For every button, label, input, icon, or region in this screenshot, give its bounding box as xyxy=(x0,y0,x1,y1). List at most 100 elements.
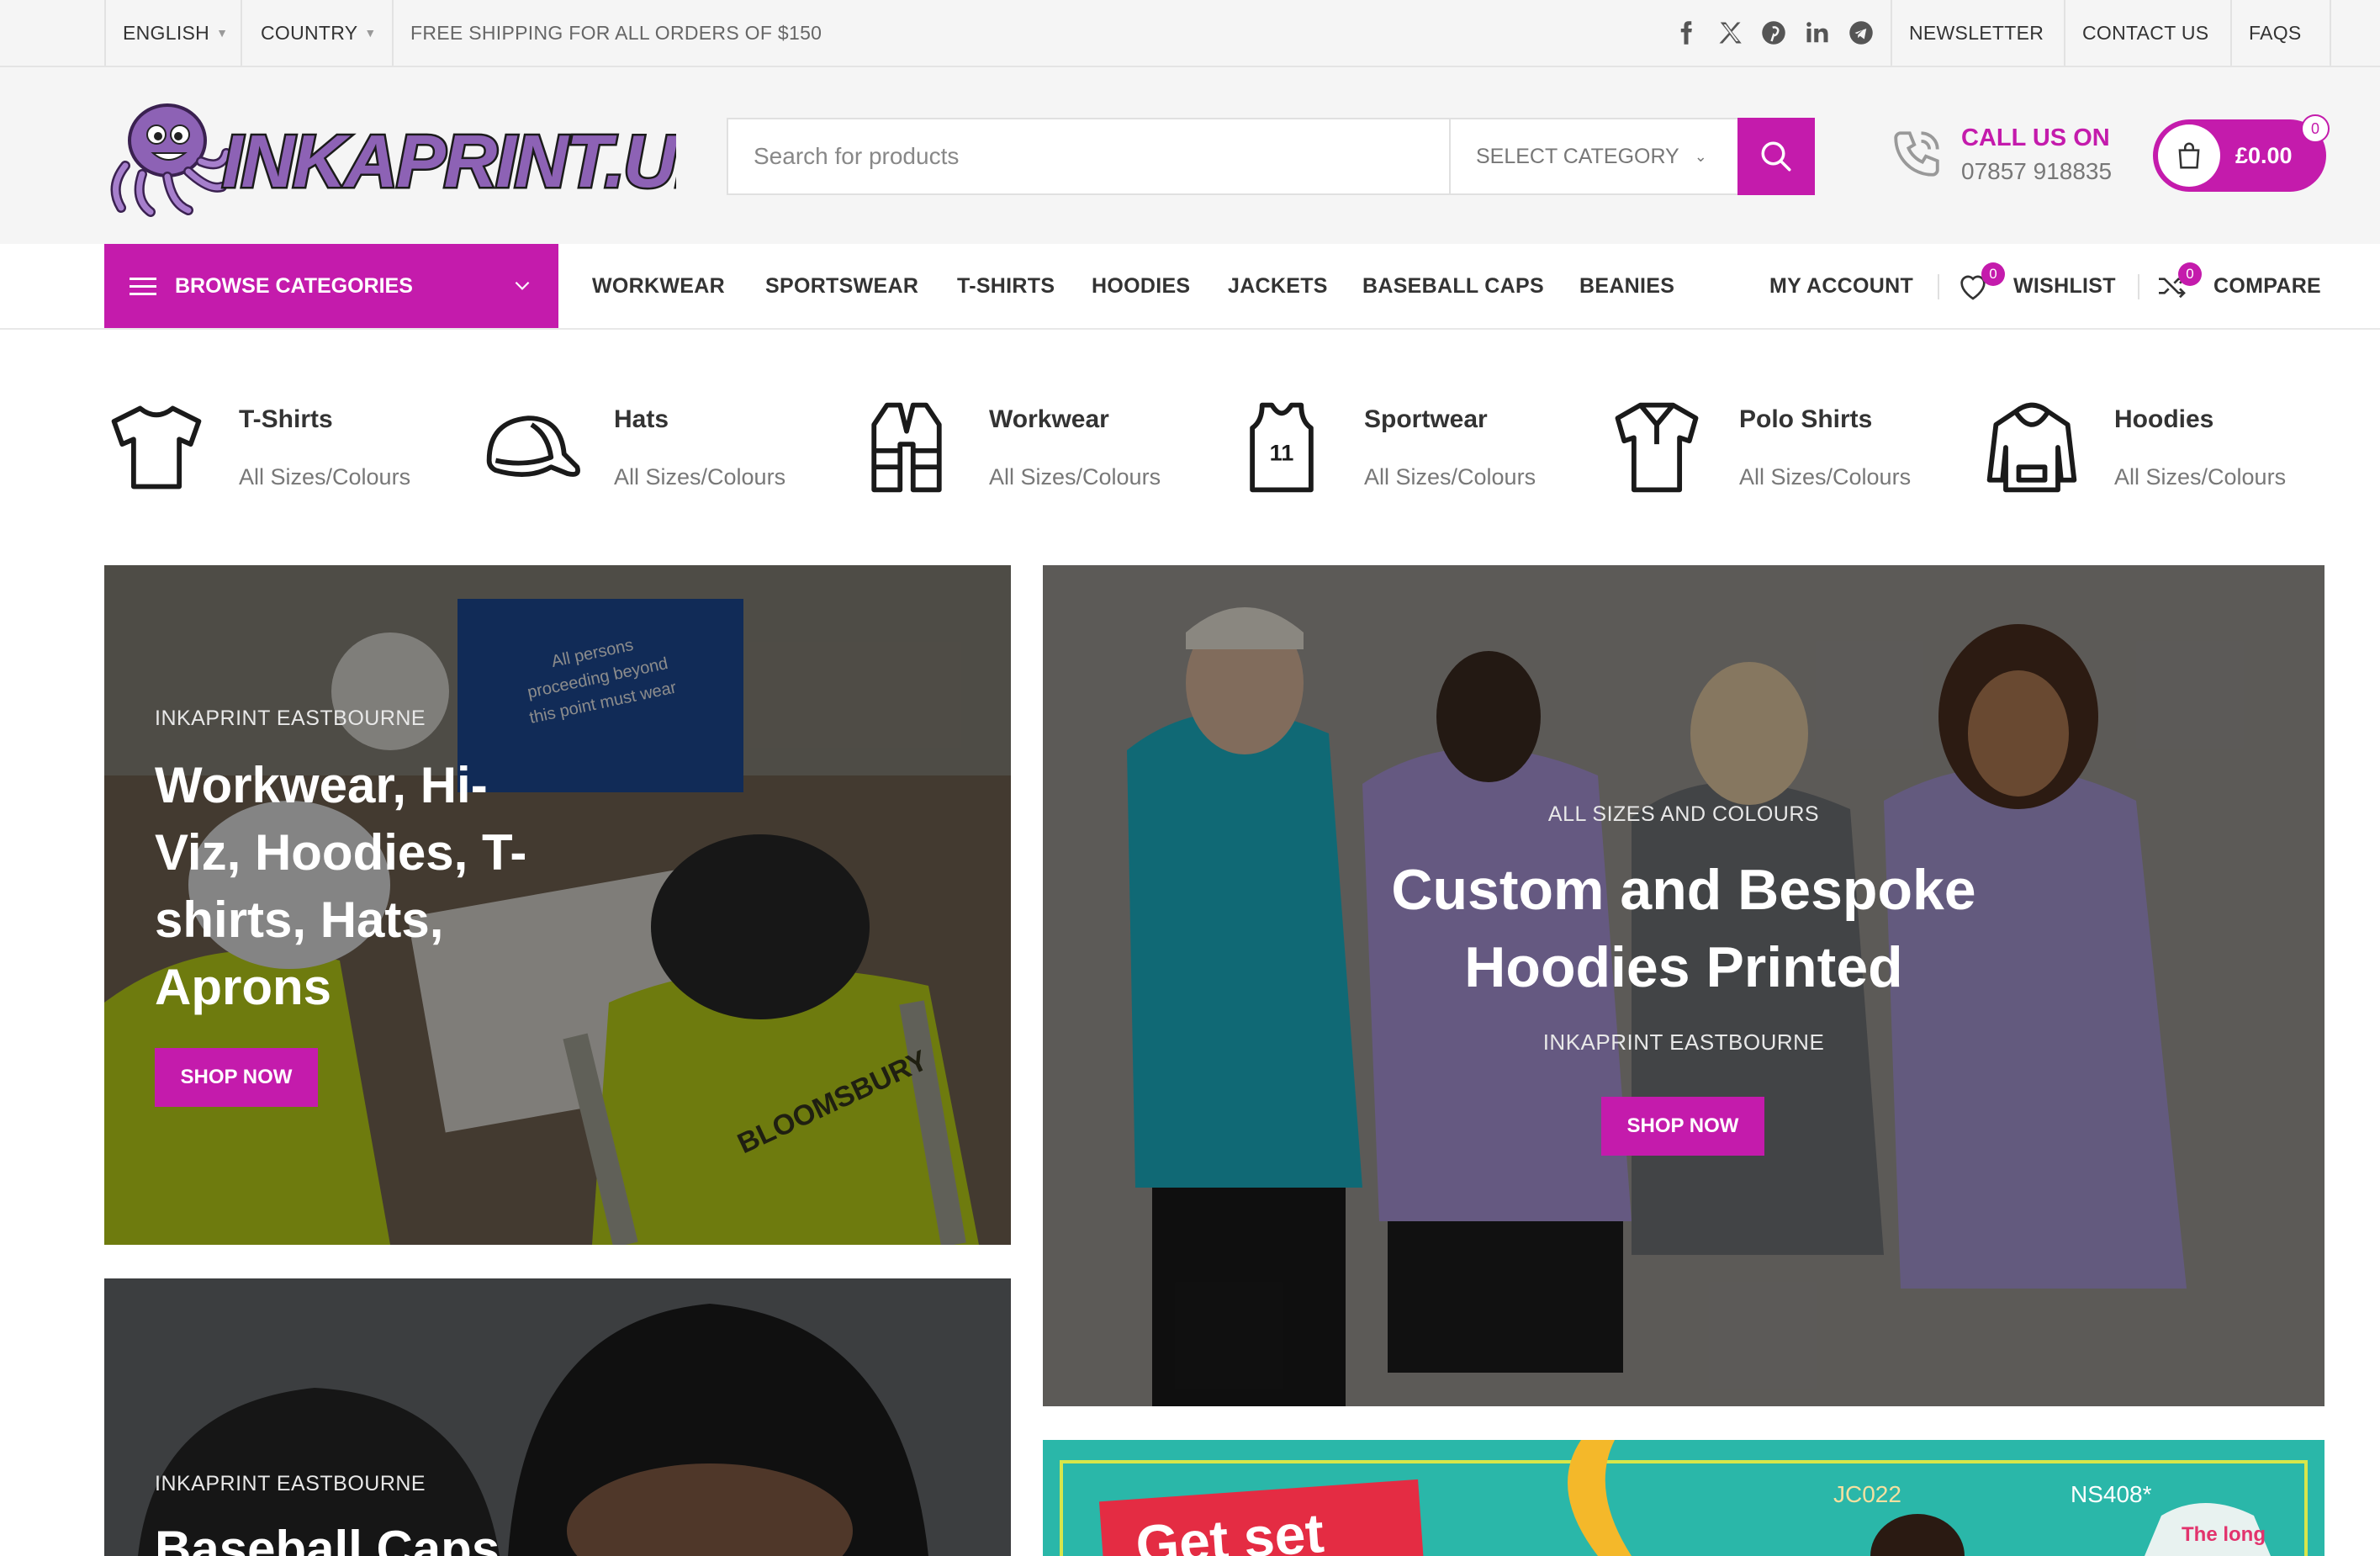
menu-icon xyxy=(130,273,156,300)
country-selector[interactable]: COUNTRY ▼ xyxy=(261,0,377,66)
category-subtitle: All Sizes/Colours xyxy=(614,464,786,490)
category-title: Workwear xyxy=(989,405,1109,433)
category-subtitle: All Sizes/Colours xyxy=(1364,464,1536,490)
banner-title-line: Aprons xyxy=(155,959,331,1015)
site-logo[interactable]: INKAPRINT.UK xyxy=(104,94,676,219)
compare-link[interactable]: COMPARE xyxy=(2213,244,2321,328)
social-links xyxy=(1674,0,1874,66)
nav-sportswear[interactable]: SPORTSWEAR xyxy=(765,244,918,328)
category-workwear[interactable]: Workwear All Sizes/Colours xyxy=(854,395,1208,505)
divider xyxy=(1938,274,1939,299)
contact-us-link[interactable]: CONTACT US xyxy=(2082,0,2208,66)
search-button[interactable] xyxy=(1737,118,1815,195)
banner-caps[interactable]: INKAPRINT EASTBOURNE Baseball Caps xyxy=(104,1278,1011,1556)
call-us-title: CALL US ON xyxy=(1961,124,2110,151)
banner-title: Workwear, Hi- Viz, Hoodies, T- shirts, H… xyxy=(155,752,526,1021)
tshirt-icon xyxy=(111,405,202,490)
divider xyxy=(2138,274,2139,299)
nav-beanies[interactable]: BEANIES xyxy=(1579,244,1674,328)
banner-title: Custom and Bespoke Hoodies Printed xyxy=(1043,851,2324,1006)
nav-jackets[interactable]: JACKETS xyxy=(1228,244,1328,328)
site-header: INKAPRINT.UK SELECT CATEGORY ⌄ CALL US ON… xyxy=(0,67,2380,244)
shipping-notice: FREE SHIPPING FOR ALL ORDERS OF $150 xyxy=(410,21,822,44)
category-subtitle: All Sizes/Colours xyxy=(1739,464,1912,490)
jersey-icon: 11 xyxy=(1250,402,1314,493)
divider xyxy=(241,0,242,66)
search-icon xyxy=(1761,141,1791,172)
my-account-link[interactable]: MY ACCOUNT xyxy=(1769,244,1913,328)
promo-graphic: Get set JC022 NS408* The long xyxy=(1043,1440,2324,1556)
divider xyxy=(2230,0,2232,66)
shop-now-button[interactable]: SHOP NOW xyxy=(155,1048,318,1107)
search-input[interactable] xyxy=(728,119,1449,193)
category-select[interactable]: SELECT CATEGORY ⌄ xyxy=(1449,119,1737,193)
nav-baseball-caps[interactable]: BASEBALL CAPS xyxy=(1362,244,1544,328)
banner-title-line: Workwear, Hi- xyxy=(155,757,488,813)
category-t-shirts[interactable]: T-Shirts All Sizes/Colours xyxy=(104,395,457,505)
category-title: Polo Shirts xyxy=(1739,405,1873,433)
pinterest-icon[interactable] xyxy=(1761,20,1786,45)
nav-hoodies[interactable]: HOODIES xyxy=(1092,244,1190,328)
main-nav: BROWSE CATEGORIES WORKWEAR SPORTSWEAR T-… xyxy=(0,244,2380,330)
linkedin-icon[interactable] xyxy=(1805,20,1830,45)
banner-title-line: Hoodies Printed xyxy=(1464,935,1903,999)
hoodie-icon xyxy=(1986,402,2077,493)
facebook-icon[interactable] xyxy=(1674,20,1699,45)
search-bar: SELECT CATEGORY ⌄ xyxy=(727,118,1815,195)
top-bar: ENGLISH ▼ COUNTRY ▼ FREE SHIPPING FOR ALL … xyxy=(0,0,2380,67)
category-subtitle: All Sizes/Colours xyxy=(2114,464,2287,490)
wishlist-count-badge: 0 xyxy=(1981,262,2005,286)
svg-text:The long: The long xyxy=(2182,1523,2266,1546)
category-polo-shirts[interactable]: Polo Shirts All Sizes/Colours xyxy=(1605,395,1958,505)
banner-subtitle: ALL SIZES AND COLOURS xyxy=(1547,802,1820,826)
banner-hoodies[interactable]: ALL SIZES AND COLOURS Custom and Bespoke… xyxy=(1043,565,2324,1406)
category-sportwear[interactable]: 11 Sportwear All Sizes/Colours xyxy=(1230,395,1583,505)
banner-workwear[interactable]: All persons proceeding beyond this point… xyxy=(104,565,1011,1245)
nav-workwear[interactable]: WORKWEAR xyxy=(592,244,725,328)
phone-number[interactable]: 07857 918835 xyxy=(1961,158,2112,185)
category-select-label: SELECT CATEGORY xyxy=(1476,144,1679,168)
browse-categories-label: BROWSE CATEGORIES xyxy=(175,273,413,298)
chevron-down-icon: ▼ xyxy=(216,26,229,40)
category-subtitle: All Sizes/Colours xyxy=(239,464,411,490)
logo-text: INKAPRINT.UK xyxy=(222,119,676,203)
banner-subtitle-secondary: INKAPRINT EASTBOURNE xyxy=(1542,1029,1825,1055)
x-twitter-icon[interactable] xyxy=(1717,20,1743,45)
country-label: COUNTRY xyxy=(261,21,358,44)
cart-total: £0.00 xyxy=(2235,142,2293,168)
banner-title: Baseball Caps xyxy=(155,1521,500,1556)
category-title: T-Shirts xyxy=(239,405,333,433)
banner-title-line: Custom and Bespoke xyxy=(1391,858,1976,922)
svg-text:NS408*: NS408* xyxy=(2071,1481,2152,1507)
divider xyxy=(2330,0,2331,66)
shopping-bag-icon xyxy=(2178,142,2200,169)
banner-title-line: Viz, Hoodies, T- xyxy=(155,824,527,881)
svg-text:11: 11 xyxy=(1270,440,1294,466)
faqs-link[interactable]: FAQS xyxy=(2249,0,2302,66)
telegram-icon[interactable] xyxy=(1848,20,1874,45)
chevron-down-icon: ⌄ xyxy=(1694,147,1707,165)
svg-text:JC022: JC022 xyxy=(1833,1481,1901,1507)
divider xyxy=(1891,0,1892,66)
newsletter-link[interactable]: NEWSLETTER xyxy=(1909,0,2044,66)
banner-promo[interactable]: Get set JC022 NS408* The long xyxy=(1043,1440,2324,1556)
divider xyxy=(2064,0,2065,66)
shop-now-button[interactable]: SHOP NOW xyxy=(1601,1097,1764,1156)
category-title: Hats xyxy=(614,405,669,433)
chevron-down-icon: ▼ xyxy=(364,26,377,40)
cart-button[interactable]: £0.00 0 xyxy=(2153,114,2330,192)
cart-count-badge: 0 xyxy=(2301,114,2330,143)
polo-icon xyxy=(1615,402,1699,493)
category-hoodies[interactable]: Hoodies All Sizes/Colours xyxy=(1980,395,2333,505)
wishlist-link[interactable]: WISHLIST xyxy=(2013,244,2116,328)
browse-categories-button[interactable]: BROWSE CATEGORIES xyxy=(104,244,558,328)
divider xyxy=(392,0,394,66)
chevron-down-icon xyxy=(515,281,530,290)
banner-title-line: shirts, Hats, xyxy=(155,892,444,948)
language-label: ENGLISH xyxy=(123,21,210,44)
category-hats[interactable]: Hats All Sizes/Colours xyxy=(479,395,833,505)
language-selector[interactable]: ENGLISH ▼ xyxy=(123,0,228,66)
nav-t-shirts[interactable]: T-SHIRTS xyxy=(957,244,1055,328)
banner-subtitle: INKAPRINT EASTBOURNE xyxy=(155,707,426,730)
banner-subtitle: INKAPRINT EASTBOURNE xyxy=(155,1472,426,1495)
